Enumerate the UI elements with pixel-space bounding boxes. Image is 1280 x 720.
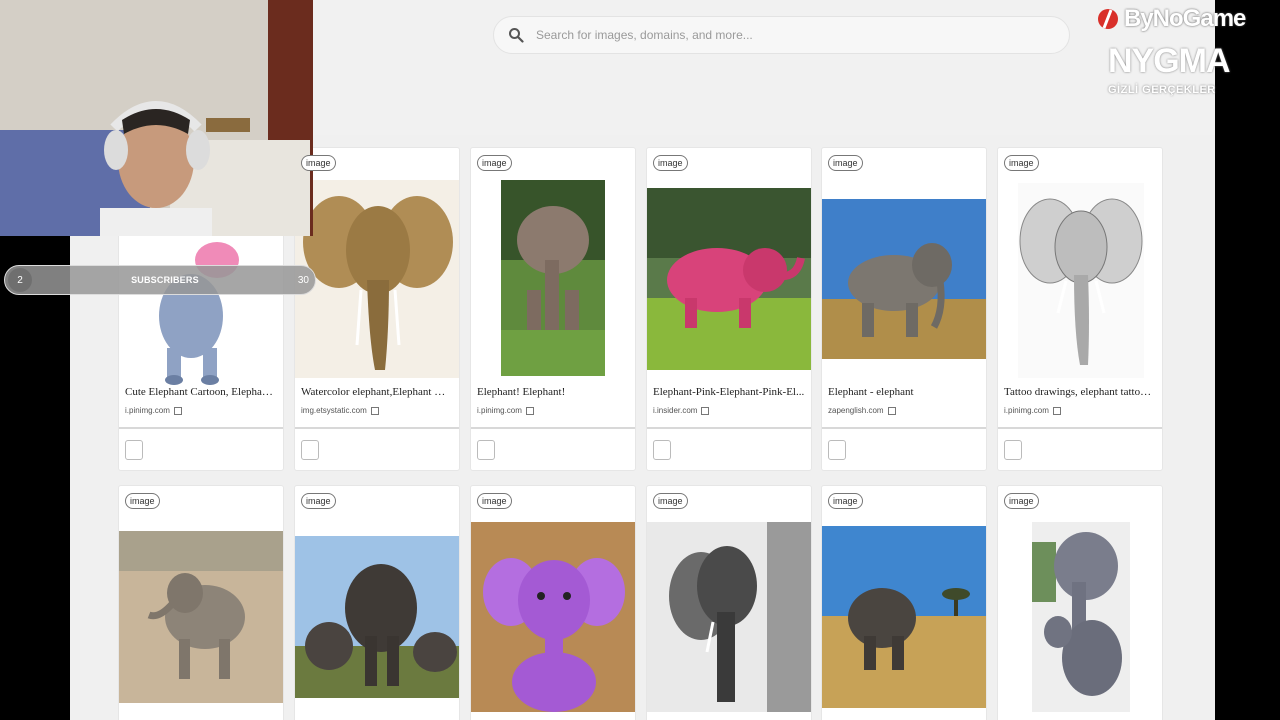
image-badge: image [1004,155,1039,171]
divider [119,427,283,429]
divider [471,427,635,429]
result-domain[interactable]: i.pinimg.com [477,406,534,415]
result-title[interactable]: Watercolor elephant,Elephant wa... [301,386,453,398]
result-domain[interactable]: i.pinimg.com [1004,406,1061,415]
image-badge: image [653,155,688,171]
image-badge: image [828,155,863,171]
subscriber-goal-bar: 2 SUBSCRIBERS 30 [4,265,316,295]
domain-text: zapenglish.com [828,406,884,415]
image-badge: image [301,155,336,171]
divider [822,427,986,429]
result-domain[interactable]: i.pinimg.com [125,406,182,415]
select-checkbox[interactable] [125,440,143,460]
result-card[interactable]: image Elephant! Elephant! i.pinimg.com [470,147,636,471]
cartoon-elephant-image [119,238,283,388]
image-badge: image [653,493,688,509]
result-card[interactable]: image [997,485,1163,720]
search-icon [509,28,524,43]
result-card[interactable]: image Tattoo drawings, elephant tattoo .… [997,147,1163,471]
result-domain[interactable]: zapenglish.com [828,406,896,415]
elephant-sketch-image [1018,183,1144,378]
screen: Cute Elephant Cartoon, Elephant ... i.pi… [0,0,1280,720]
elephant-savanna-image [822,199,986,359]
divider [998,427,1162,429]
external-link-icon [701,406,710,415]
result-card[interactable]: image [118,485,284,720]
select-checkbox[interactable] [1004,440,1022,460]
result-card[interactable]: image [821,485,987,720]
image-badge: image [477,155,512,171]
result-title[interactable]: Tattoo drawings, elephant tattoo ... [1004,386,1156,398]
image-badge: image [125,493,160,509]
search-input[interactable] [536,28,1036,42]
result-card[interactable]: image [646,485,812,720]
bynogame-logo: ByNoGame [1096,2,1266,36]
result-title[interactable]: Elephant-Pink-Elephant-Pink-El... [653,386,805,398]
result-title[interactable]: Cute Elephant Cartoon, Elephant ... [125,386,277,398]
subscriber-goal: 30 [297,274,309,286]
result-card[interactable]: image Elephant-Pink-Elephant-Pink-El... … [646,147,812,471]
elephants-sitting-image [1032,522,1130,712]
external-link-icon [887,406,896,415]
external-link-icon [1052,406,1061,415]
pink-elephant-image [647,188,811,370]
nygma-watermark: NYGMA [1108,42,1231,80]
elephant-herd-image [295,536,459,698]
external-link-icon [173,406,182,415]
select-checkbox[interactable] [653,440,671,460]
brand-name: ByNoGame [1124,5,1246,32]
image-badge: image [477,493,512,509]
select-checkbox[interactable] [301,440,319,460]
subscribers-label: SUBSCRIBERS [131,275,199,285]
result-card[interactable]: image [470,485,636,720]
bynogame-logo-icon [1098,9,1118,29]
divider [647,427,811,429]
elephant-forest-image [501,180,605,376]
domain-text: i.insider.com [653,406,698,415]
domain-text: i.pinimg.com [125,406,170,415]
result-title[interactable]: Elephant - elephant [828,386,980,398]
select-checkbox[interactable] [828,440,846,460]
result-card[interactable]: image Elephant - elephant zapenglish.com [821,147,987,471]
streamer-webcam-image [0,0,313,236]
result-domain[interactable]: img.etsystatic.com [301,406,379,415]
result-title[interactable]: Elephant! Elephant! [477,386,629,398]
baby-elephant-image [119,531,283,703]
domain-text: i.pinimg.com [1004,406,1049,415]
nygma-subtitle: GİZLİ GERÇEKLER [1108,84,1216,96]
watercolor-elephant-image [295,180,459,378]
external-link-icon [525,406,534,415]
domain-text: img.etsystatic.com [301,406,367,415]
result-card[interactable]: image [294,485,460,720]
domain-text: i.pinimg.com [477,406,522,415]
elephant-grassland-image [822,526,986,708]
select-checkbox[interactable] [477,440,495,460]
search-bar[interactable] [493,16,1070,54]
image-badge: image [828,493,863,509]
divider [295,427,459,429]
crochet-elephant-image [471,522,635,712]
image-badge: image [1004,493,1039,509]
external-link-icon [370,406,379,415]
result-domain[interactable]: i.insider.com [653,406,710,415]
image-badge: image [301,493,336,509]
result-card[interactable]: image Watercolor elephant,Elephant wa...… [294,147,460,471]
bw-elephant-art-image [647,522,811,712]
webcam-overlay [0,0,313,236]
subscriber-count-start: 2 [8,268,32,292]
